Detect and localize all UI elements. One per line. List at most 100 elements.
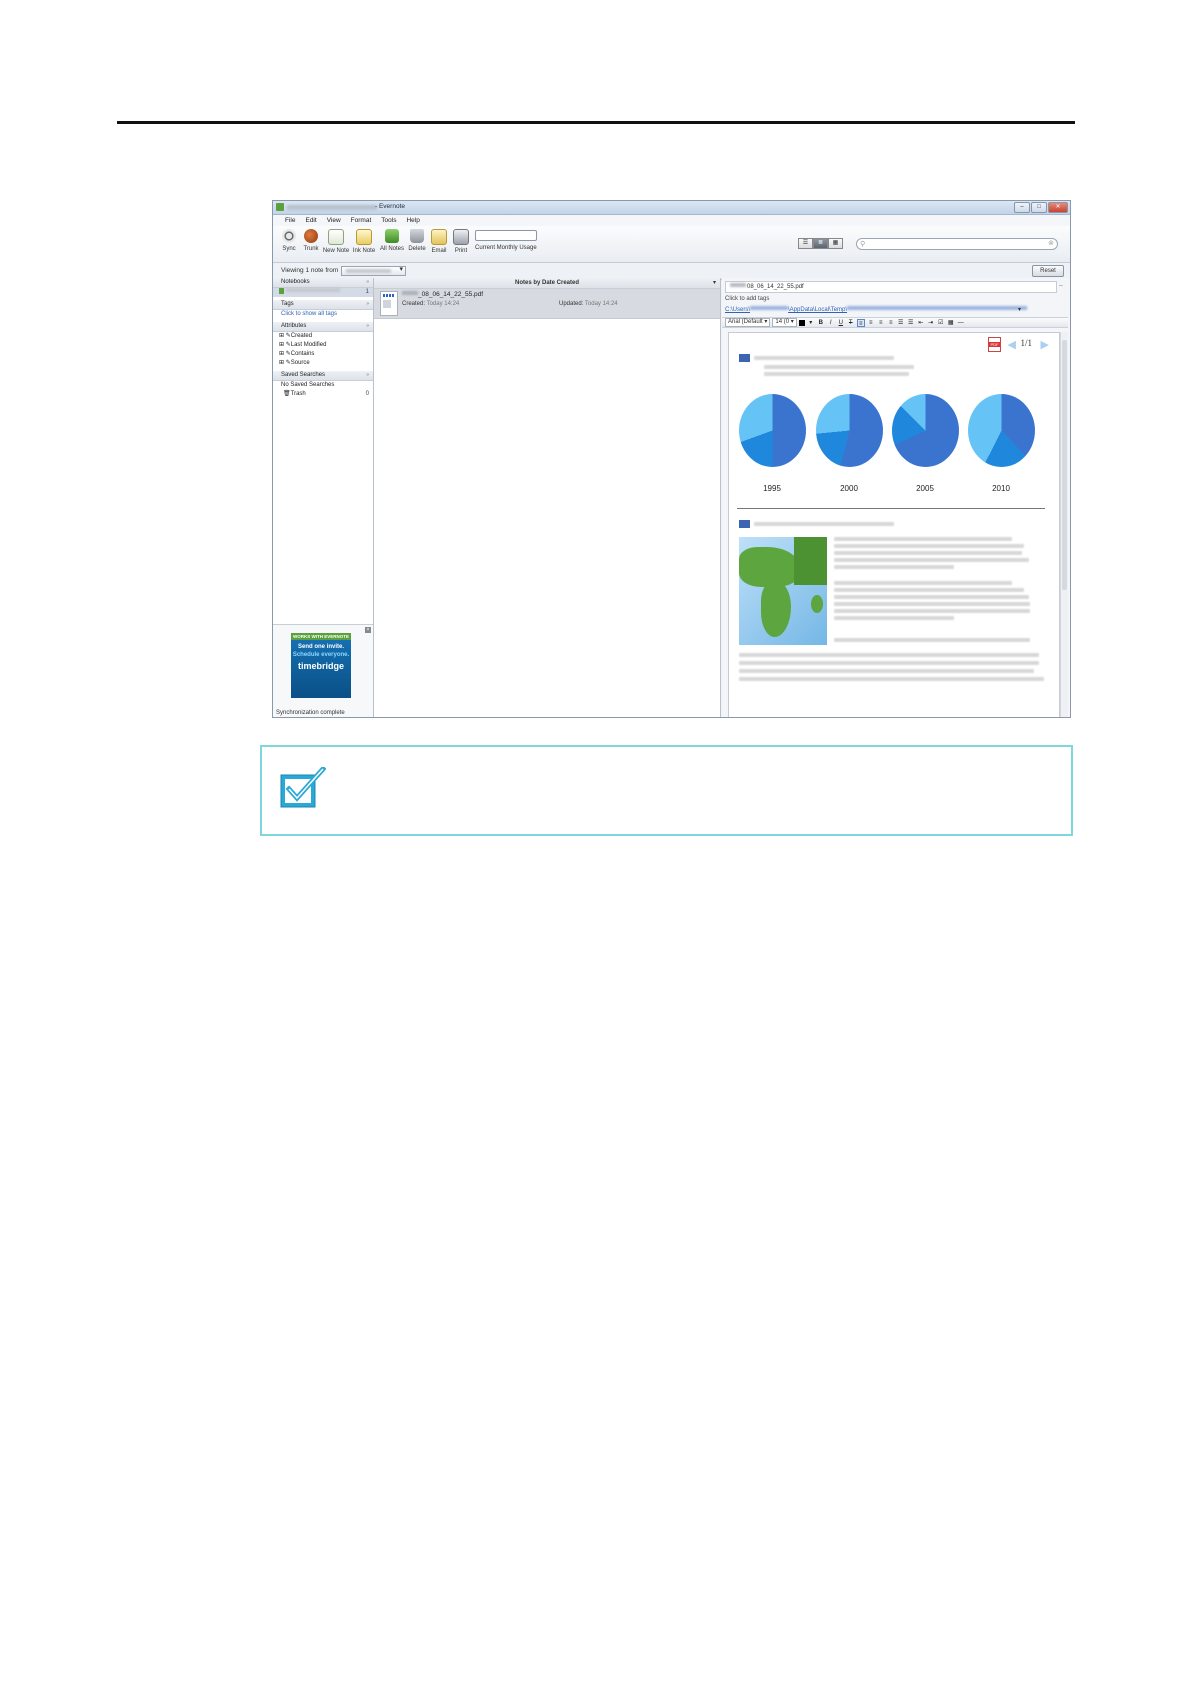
next-page-icon[interactable]: ▶ bbox=[1041, 338, 1049, 351]
snippet-view-button[interactable]: ≣ bbox=[813, 238, 828, 249]
sidebar-item-notebook[interactable]: 1 bbox=[273, 288, 373, 297]
toolbar: Sync Trunk New Note Ink Note All Notes D… bbox=[273, 226, 1070, 263]
print-button[interactable]: Print bbox=[451, 229, 471, 254]
title-bar: - Evernote – □ ✕ bbox=[273, 201, 1070, 215]
ad-area: × WORKS WITH EVERNOTE Send one invite. S… bbox=[273, 624, 373, 717]
sync-icon bbox=[282, 229, 296, 243]
bold-button[interactable]: B bbox=[817, 319, 825, 327]
blurred-text-line bbox=[754, 522, 894, 526]
table-button[interactable]: ▦ bbox=[947, 319, 955, 327]
expand-icon[interactable]: ⇔ bbox=[1058, 283, 1064, 289]
editor-scrollbar[interactable] bbox=[1060, 332, 1068, 717]
maximize-button[interactable]: □ bbox=[1031, 202, 1047, 213]
color-dropdown-icon[interactable]: ▾ bbox=[807, 319, 815, 327]
pdf-preview[interactable]: ◀ 1/1 ▶ 1995 2000 2005 2010 bbox=[728, 332, 1060, 717]
clear-search-icon[interactable]: ⊗ bbox=[1048, 239, 1054, 247]
tags-header[interactable]: Tags» bbox=[273, 300, 373, 310]
sidebar-item-contains[interactable]: ⊞ ✎Contains bbox=[273, 350, 373, 359]
align-right-button[interactable]: ≡ bbox=[877, 319, 885, 327]
tags-field[interactable]: Click to add tags bbox=[725, 296, 769, 302]
checkmark-icon bbox=[280, 767, 326, 808]
evernote-app-icon bbox=[276, 203, 284, 211]
minimize-button[interactable]: – bbox=[1014, 202, 1030, 213]
saved-searches-header[interactable]: Saved Searches» bbox=[273, 371, 373, 381]
align-center-button[interactable]: ≡ bbox=[867, 319, 875, 327]
email-button[interactable]: Email bbox=[429, 229, 449, 254]
ad-strip: WORKS WITH EVERNOTE bbox=[291, 633, 351, 640]
bullet-list-button[interactable]: ☰ bbox=[897, 319, 905, 327]
previous-page-icon[interactable]: ◀ bbox=[1008, 338, 1016, 351]
attributes-header[interactable]: Attributes» bbox=[273, 322, 373, 332]
pie-year-label: 2000 bbox=[840, 484, 858, 493]
menu-file[interactable]: File bbox=[285, 217, 295, 224]
sync-status: Synchronization complete bbox=[276, 710, 345, 716]
menu-format[interactable]: Format bbox=[351, 217, 372, 224]
section-divider bbox=[737, 508, 1045, 509]
monthly-usage: Current Monthly Usage bbox=[475, 230, 537, 251]
close-ad-icon[interactable]: × bbox=[365, 627, 371, 633]
trash-icon bbox=[410, 229, 424, 243]
note-updated: Updated: Today 14:24 bbox=[559, 301, 618, 307]
font-size-select[interactable]: 14 (0 ▾ bbox=[772, 318, 797, 327]
pie-chart-1995 bbox=[739, 394, 806, 467]
checkbox-button[interactable]: ☑ bbox=[937, 319, 945, 327]
all-notes-button[interactable]: All Notes bbox=[379, 229, 405, 254]
reset-button[interactable]: Reset bbox=[1032, 265, 1064, 277]
sidebar: Notebooks» 1 Tags» Click to show all tag… bbox=[273, 278, 374, 717]
note-title-field[interactable]: 08_06_14_22_55.pdf bbox=[725, 281, 1057, 293]
blurred-username bbox=[287, 205, 377, 210]
trunk-button[interactable]: Trunk bbox=[301, 229, 321, 254]
pie-year-label: 2005 bbox=[916, 484, 934, 493]
indent-button[interactable]: ⇥ bbox=[927, 319, 935, 327]
collapse-icon[interactable]: » bbox=[366, 371, 369, 380]
collapse-icon[interactable]: » bbox=[366, 322, 369, 331]
search-input[interactable]: ⚲ ⊗ bbox=[856, 238, 1058, 250]
align-left-button[interactable]: ≡ bbox=[856, 318, 865, 327]
no-saved-searches-label: No Saved Searches bbox=[281, 382, 335, 388]
pie-chart-2000 bbox=[816, 394, 883, 467]
collapse-icon[interactable]: » bbox=[366, 300, 369, 309]
italic-button[interactable]: I bbox=[827, 319, 835, 327]
blurred-text-line bbox=[834, 638, 1030, 642]
show-all-tags-link[interactable]: Click to show all tags bbox=[273, 310, 373, 319]
window-title: - Evernote bbox=[375, 203, 405, 210]
delete-button[interactable]: Delete bbox=[407, 229, 427, 254]
justify-button[interactable]: ≡ bbox=[887, 319, 895, 327]
sidebar-item-trash[interactable]: 🗑Trash 0 bbox=[273, 390, 373, 399]
sidebar-item-last-modified[interactable]: ⊞ ✎Last Modified bbox=[273, 341, 373, 350]
underline-button[interactable]: U bbox=[837, 319, 845, 327]
format-toolbar: Arial (Default ▾ 14 (0 ▾ ▾ B I U T ≡ ≡ ≡… bbox=[722, 317, 1068, 328]
menu-tools[interactable]: Tools bbox=[381, 217, 396, 224]
scrollbar-thumb[interactable] bbox=[1062, 340, 1067, 590]
blurred-prefix bbox=[730, 283, 746, 287]
note-list-header[interactable]: Notes by Date Created bbox=[374, 278, 720, 289]
notebooks-header[interactable]: Notebooks» bbox=[273, 278, 373, 288]
list-view-button[interactable]: ☰ bbox=[798, 238, 813, 249]
sync-button[interactable]: Sync bbox=[279, 229, 299, 254]
timebridge-ad[interactable]: WORKS WITH EVERNOTE Send one invite. Sch… bbox=[291, 633, 351, 698]
blurred-prefix bbox=[402, 291, 418, 295]
trunk-icon bbox=[304, 229, 318, 243]
menu-help[interactable]: Help bbox=[406, 217, 419, 224]
numbered-list-button[interactable]: ☰ bbox=[907, 319, 915, 327]
font-select[interactable]: Arial (Default ▾ bbox=[725, 318, 771, 327]
list-item[interactable]: _08_06_14_22_55.pdf Created: Today 14:24… bbox=[374, 289, 720, 319]
text-color-swatch[interactable] bbox=[798, 319, 805, 326]
attachment-path-link[interactable]: C:\Users\ \AppData\Local\Temp\ bbox=[725, 306, 1028, 313]
new-note-button[interactable]: New Note bbox=[323, 229, 349, 254]
close-button[interactable]: ✕ bbox=[1048, 202, 1068, 213]
sidebar-item-source[interactable]: ⊞ ✎Source bbox=[273, 359, 373, 368]
sidebar-item-created[interactable]: ⊞ ✎Created bbox=[273, 332, 373, 341]
blurred-text-line bbox=[834, 616, 954, 620]
notebook-select[interactable] bbox=[341, 265, 406, 276]
note-editor: 08_06_14_22_55.pdf ⇔ Click to add tags C… bbox=[722, 278, 1070, 717]
ink-note-button[interactable]: Ink Note bbox=[351, 229, 377, 254]
menu-edit[interactable]: Edit bbox=[305, 217, 316, 224]
collapse-icon[interactable]: » bbox=[366, 278, 369, 287]
strikethrough-button[interactable]: T bbox=[847, 319, 855, 327]
menu-view[interactable]: View bbox=[327, 217, 341, 224]
thumbnail-view-button[interactable]: ▦ bbox=[828, 238, 843, 249]
horizontal-rule-button[interactable]: — bbox=[957, 319, 965, 327]
path-dropdown-icon[interactable]: ▾ bbox=[1018, 306, 1021, 313]
outdent-button[interactable]: ⇤ bbox=[917, 319, 925, 327]
